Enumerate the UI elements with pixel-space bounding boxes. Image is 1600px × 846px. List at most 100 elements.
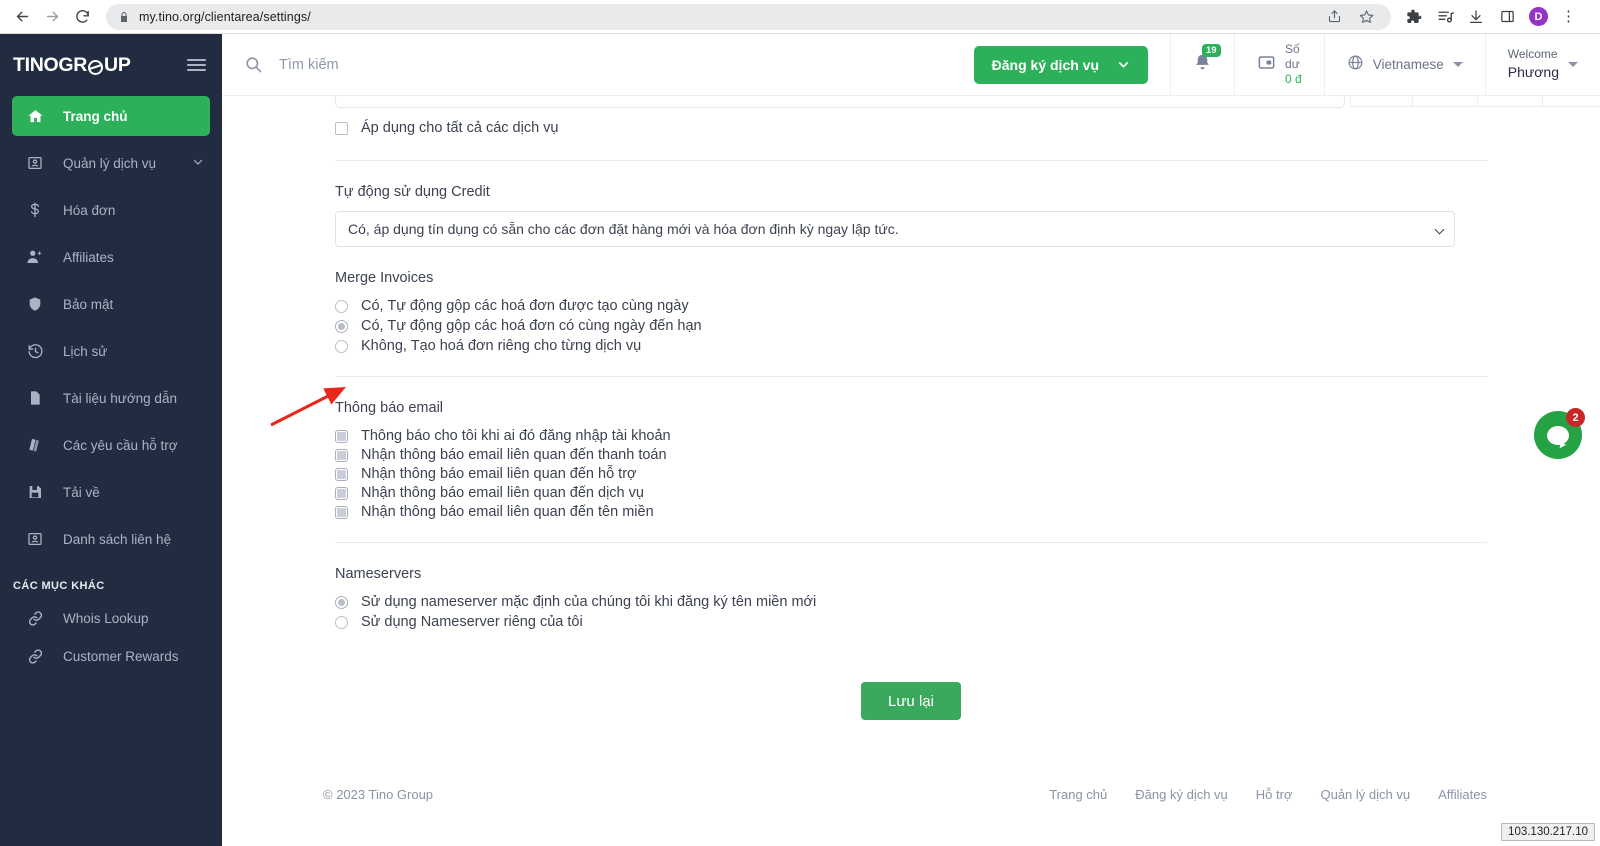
sidebar-brand[interactable]: TINO GR UP xyxy=(0,34,222,96)
sidebar-label: Trang chủ xyxy=(63,108,128,124)
reload-button[interactable] xyxy=(68,3,96,31)
id-card-icon xyxy=(25,155,45,171)
sidebar-item-quan-ly-dich-vu[interactable]: Quản lý dịch vụ xyxy=(12,143,210,183)
forward-button[interactable] xyxy=(38,3,66,31)
merge-invoices-option[interactable]: Có, Tự động gộp các hoá đơn có cùng ngày… xyxy=(335,318,1487,334)
sidebar-item-customer-rewards[interactable]: Customer Rewards xyxy=(12,639,210,673)
email-notification-checkbox-2[interactable] xyxy=(335,448,348,462)
search-area[interactable] xyxy=(222,55,974,74)
footer-link-ho-tro[interactable]: Hỗ trợ xyxy=(1256,787,1293,802)
apply-all-services-row[interactable]: Áp dụng cho tất cả các dịch vụ xyxy=(335,120,1487,136)
email-notifications-title: Thông báo email xyxy=(335,400,444,416)
email-notification-checkbox-4[interactable] xyxy=(335,486,348,500)
document-icon xyxy=(25,390,45,406)
merge-invoices-label-2: Có, Tự động gộp các hoá đơn có cùng ngày… xyxy=(361,318,702,334)
sidebar-item-trang-chu[interactable]: Trang chủ xyxy=(12,96,210,136)
sidebar-item-danh-sach-lien-he[interactable]: Danh sách liên hệ xyxy=(12,519,210,559)
sidebar-item-cac-yeu-cau-ho-tro[interactable]: Các yêu cầu hỗ trợ xyxy=(12,425,210,465)
nameservers-option[interactable]: Sử dụng Nameserver riêng của tôi xyxy=(335,614,1487,630)
balance-area[interactable]: Số dư 0 đ xyxy=(1235,34,1324,96)
star-icon[interactable] xyxy=(1357,8,1375,26)
email-notification-option[interactable]: Nhận thông báo email liên quan đến tên m… xyxy=(335,504,1487,520)
link-icon xyxy=(25,610,45,627)
profile-avatar[interactable]: D xyxy=(1529,7,1548,26)
merge-invoices-label-3: Không, Tạo hoá đơn riêng cho từng dịch v… xyxy=(361,338,642,354)
page-footer: © 2023 Tino Group Trang chủ Đăng ký dịch… xyxy=(222,787,1600,802)
footer-link-trang-chu[interactable]: Trang chủ xyxy=(1049,787,1107,802)
address-bar[interactable]: my.tino.org/clientarea/settings/ xyxy=(106,3,1391,30)
footer-link-dang-ky-dich-vu[interactable]: Đăng ký dịch vụ xyxy=(1135,787,1228,802)
email-notification-checkbox-1[interactable] xyxy=(335,429,348,443)
side-panel-icon[interactable] xyxy=(1498,8,1516,26)
settings-form: Áp dụng cho tất cả các dịch vụ Tự động s… xyxy=(222,96,1600,720)
footer-link-affiliates[interactable]: Affiliates xyxy=(1438,787,1487,802)
welcome-info: Welcome Phương xyxy=(1508,47,1559,81)
merge-invoices-title: Merge Invoices xyxy=(335,270,434,286)
sidebar-label: Tài liệu hướng dẫn xyxy=(63,390,177,406)
merge-invoices-radio-1[interactable] xyxy=(335,299,348,313)
language-selector[interactable]: Vietnamese xyxy=(1325,34,1485,96)
url-text: my.tino.org/clientarea/settings/ xyxy=(139,9,311,24)
notifications-button[interactable]: 19 xyxy=(1171,34,1234,96)
scrolled-off-table-header xyxy=(1350,96,1600,107)
email-notification-label-1: Thông báo cho tôi khi ai đó đăng nhập tà… xyxy=(361,428,671,444)
auto-credit-select[interactable]: Có, áp dụng tín dụng có sẵn cho các đơn … xyxy=(335,211,1455,247)
nameservers-option[interactable]: Sử dụng nameserver mặc định của chúng tô… xyxy=(335,594,1487,610)
reading-list-icon[interactable] xyxy=(1436,8,1454,26)
sidebar-label: Hóa đơn xyxy=(63,202,116,218)
lock-icon xyxy=(121,11,127,22)
footer-link-quan-ly-dich-vu[interactable]: Quản lý dịch vụ xyxy=(1320,787,1410,802)
auto-credit-selected-value: Có, áp dụng tín dụng có sẵn cho các đơn … xyxy=(348,221,899,237)
books-icon xyxy=(25,437,45,454)
merge-invoices-option[interactable]: Có, Tự động gộp các hoá đơn được tạo cùn… xyxy=(335,298,1487,314)
register-service-button[interactable]: Đăng ký dịch vụ xyxy=(973,45,1149,84)
caret-down-icon xyxy=(1452,62,1463,67)
browser-nav-buttons xyxy=(0,3,96,31)
share-icon[interactable] xyxy=(1325,8,1343,26)
email-notification-label-3: Nhận thông báo email liên quan đến hỗ tr… xyxy=(361,466,637,482)
email-notification-option[interactable]: Nhận thông báo email liên quan đến thanh… xyxy=(335,447,1487,463)
email-notification-label-4: Nhận thông báo email liên quan đến dịch … xyxy=(361,485,644,501)
download-icon[interactable] xyxy=(1467,8,1485,26)
sidebar-section-title: CÁC MỤC KHÁC xyxy=(13,580,105,592)
hamburger-icon[interactable] xyxy=(187,59,206,71)
sidebar-item-affiliates[interactable]: Affiliates xyxy=(12,237,210,277)
nameservers-label-2: Sử dụng Nameserver riêng của tôi xyxy=(361,614,583,630)
merge-invoices-radio-2[interactable] xyxy=(335,319,348,333)
merge-invoices-radio-3[interactable] xyxy=(335,339,348,353)
sidebar-item-hoa-don[interactable]: Hóa đơn xyxy=(12,190,210,230)
history-clock-icon xyxy=(25,343,45,360)
email-notification-option[interactable]: Nhận thông báo email liên quan đến hỗ tr… xyxy=(335,466,1487,482)
save-button[interactable]: Lưu lại xyxy=(861,682,961,720)
sidebar-label: Bảo mật xyxy=(63,296,114,312)
search-input[interactable] xyxy=(279,56,579,73)
sidebar-item-tai-ve[interactable]: Tải về xyxy=(12,472,210,512)
chevron-down-icon xyxy=(1118,62,1129,68)
sidebar-item-bao-mat[interactable]: Bảo mật xyxy=(12,284,210,324)
sidebar-item-lich-su[interactable]: Lịch sử xyxy=(12,331,210,371)
chat-widget[interactable]: 2 xyxy=(1534,408,1585,459)
back-button[interactable] xyxy=(8,3,36,31)
merge-invoices-option[interactable]: Không, Tạo hoá đơn riêng cho từng dịch v… xyxy=(335,338,1487,354)
email-notification-option[interactable]: Thông báo cho tôi khi ai đó đăng nhập tà… xyxy=(335,428,1487,444)
forward-arrow-icon xyxy=(46,11,58,22)
wallet-icon xyxy=(1257,53,1276,77)
back-arrow-icon xyxy=(16,11,28,22)
sidebar-item-whois-lookup[interactable]: Whois Lookup xyxy=(12,601,210,635)
email-notification-checkbox-3[interactable] xyxy=(335,467,348,481)
email-notification-option[interactable]: Nhận thông báo email liên quan đến dịch … xyxy=(335,485,1487,501)
apply-all-services-label: Áp dụng cho tất cả các dịch vụ xyxy=(361,120,559,136)
kebab-menu-icon[interactable]: ⋮ xyxy=(1561,9,1576,24)
sidebar-label: Whois Lookup xyxy=(63,610,149,626)
puzzle-piece-icon[interactable] xyxy=(1405,8,1423,26)
divider xyxy=(335,160,1487,161)
nameservers-radio-1[interactable] xyxy=(335,595,348,609)
sidebar-item-tai-lieu-huong-dan[interactable]: Tài liệu hướng dẫn xyxy=(12,378,210,418)
email-notification-checkbox-5[interactable] xyxy=(335,505,348,519)
sidebar-label: Customer Rewards xyxy=(63,648,179,664)
logo-text-up: UP xyxy=(104,53,131,76)
user-menu[interactable]: Welcome Phương xyxy=(1486,34,1600,96)
nameservers-radio-2[interactable] xyxy=(335,615,348,629)
apply-all-services-checkbox[interactable] xyxy=(335,121,348,135)
search-icon xyxy=(244,55,263,74)
